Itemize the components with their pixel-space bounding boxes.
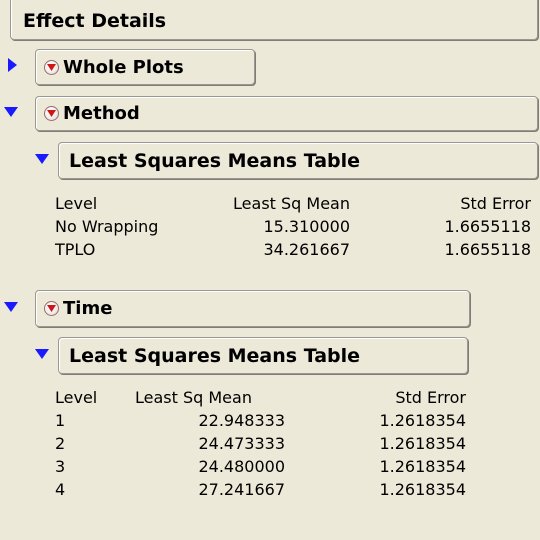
- table-row: 4 27.241667 1.2618354: [55, 478, 466, 501]
- cell-least-sq-mean: 24.473333: [198, 434, 285, 453]
- table-row: 3 24.480000 1.2618354: [55, 455, 466, 478]
- time-lsm-table-title: Least Squares Means Table: [69, 344, 361, 367]
- column-header-std-error: Std Error: [395, 388, 466, 407]
- whole-plots-title: Whole Plots: [63, 56, 184, 78]
- column-header-least-sq-mean: Least Sq Mean: [233, 194, 350, 213]
- cell-std-error: 1.2618354: [379, 411, 466, 430]
- cell-least-sq-mean: 22.948333: [198, 411, 285, 430]
- whole-plots-header[interactable]: Whole Plots: [35, 49, 255, 85]
- disclosure-closed-icon[interactable]: [3, 57, 19, 73]
- time-lsm-table-header[interactable]: Least Squares Means Table: [58, 337, 468, 374]
- table-row: 2 24.473333 1.2618354: [55, 432, 466, 455]
- method-lsm-table: Level Least Sq Mean Std Error No Wrappin…: [55, 192, 531, 261]
- cell-level: 4: [55, 480, 66, 499]
- red-triangle-menu-icon[interactable]: [44, 106, 59, 121]
- column-header-level: Level: [55, 194, 98, 213]
- method-lsm-table-header[interactable]: Least Squares Means Table: [58, 142, 538, 179]
- time-header[interactable]: Time: [35, 290, 470, 327]
- table-header-row: Level Least Sq Mean Std Error: [55, 386, 466, 409]
- column-header-std-error: Std Error: [460, 194, 531, 213]
- cell-least-sq-mean: 24.480000: [198, 457, 285, 476]
- cell-level: No Wrapping: [55, 217, 159, 236]
- disclosure-open-icon[interactable]: [34, 150, 50, 166]
- cell-least-sq-mean: 15.310000: [263, 217, 350, 236]
- cell-least-sq-mean: 27.241667: [198, 480, 285, 499]
- cell-std-error: 1.6655118: [444, 240, 531, 259]
- red-triangle-menu-icon[interactable]: [44, 59, 59, 75]
- cell-std-error: 1.2618354: [379, 457, 466, 476]
- table-row: No Wrapping 15.310000 1.6655118: [55, 215, 531, 238]
- cell-std-error: 1.6655118: [444, 217, 531, 236]
- cell-least-sq-mean: 34.261667: [263, 240, 350, 259]
- cell-level: 1: [55, 411, 66, 430]
- disclosure-open-icon[interactable]: [3, 103, 19, 119]
- method-title: Method: [63, 103, 140, 124]
- column-header-level: Level: [55, 388, 98, 407]
- table-row: 1 22.948333 1.2618354: [55, 409, 466, 432]
- cell-std-error: 1.2618354: [379, 434, 466, 453]
- effect-details-header[interactable]: Effect Details: [10, 0, 538, 40]
- method-lsm-table-title: Least Squares Means Table: [69, 149, 361, 172]
- time-lsm-table: Level Least Sq Mean Std Error 1 22.94833…: [55, 386, 466, 501]
- disclosure-open-icon[interactable]: [3, 298, 19, 314]
- table-header-row: Level Least Sq Mean Std Error: [55, 192, 531, 215]
- time-title: Time: [63, 298, 113, 319]
- effect-details-title: Effect Details: [23, 10, 167, 32]
- method-header[interactable]: Method: [35, 96, 538, 131]
- column-header-least-sq-mean: Least Sq Mean: [135, 388, 252, 407]
- red-triangle-menu-icon[interactable]: [44, 301, 59, 316]
- cell-level: TPLO: [55, 240, 96, 259]
- cell-std-error: 1.2618354: [379, 480, 466, 499]
- cell-level: 2: [55, 434, 66, 453]
- cell-level: 3: [55, 457, 66, 476]
- disclosure-open-icon[interactable]: [34, 345, 50, 361]
- table-row: TPLO 34.261667 1.6655118: [55, 238, 531, 261]
